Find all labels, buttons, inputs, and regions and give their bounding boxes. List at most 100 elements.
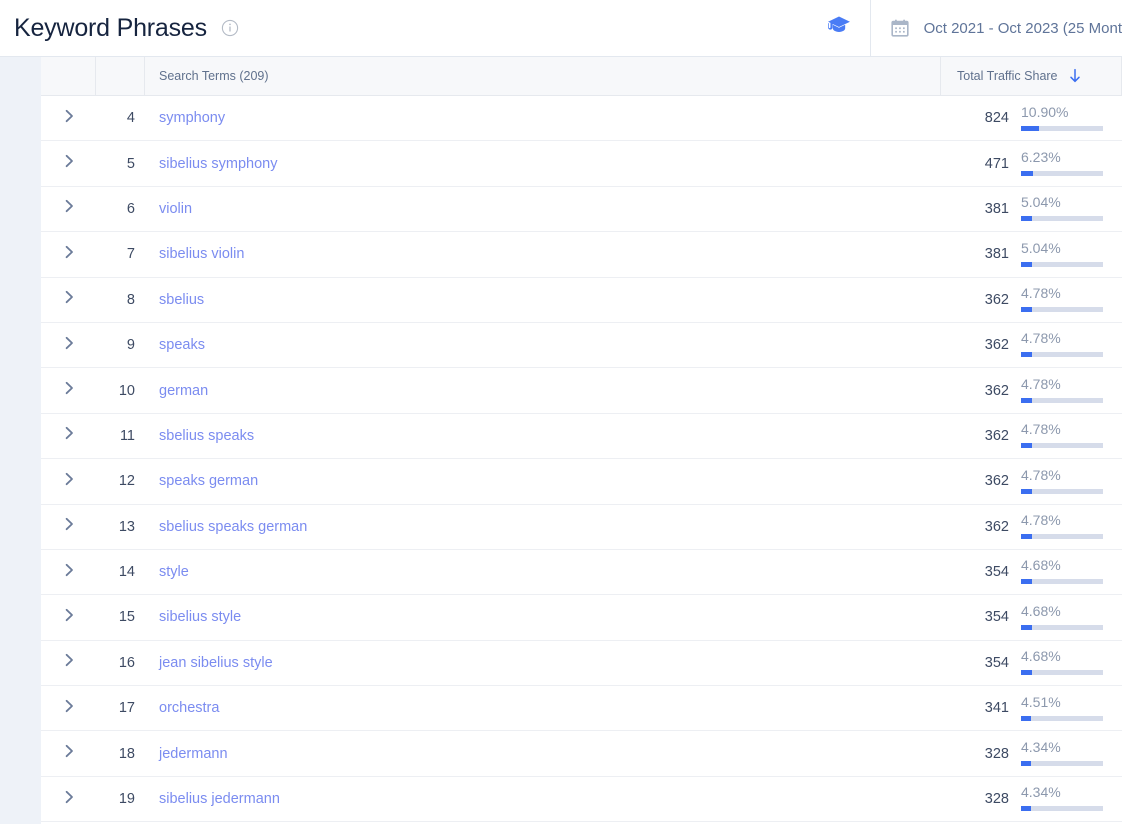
column-header-search-terms[interactable]: Search Terms (209) xyxy=(145,57,941,95)
traffic-share-percent: 6.23% xyxy=(1021,148,1061,165)
traffic-share-percent: 4.68% xyxy=(1021,602,1061,619)
traffic-share-bar-fill xyxy=(1021,307,1032,313)
column-header-total-traffic-share[interactable]: Total Traffic Share xyxy=(941,57,1122,95)
traffic-share-percent: 5.04% xyxy=(1021,239,1061,256)
table-row[interactable]: 19 sibelius jedermann 328 4.34% xyxy=(41,776,1122,823)
graduation-cap-icon xyxy=(826,13,852,44)
calendar-icon xyxy=(890,18,910,38)
search-term-link[interactable]: sibelius violin xyxy=(145,246,941,262)
row-count: 362 xyxy=(984,473,1009,490)
search-term-link[interactable]: speaks xyxy=(145,337,941,353)
traffic-share-bar-track xyxy=(1021,715,1103,721)
table-row[interactable]: 13 sbelius speaks german 362 4.78% xyxy=(41,504,1122,550)
title-group: Keyword Phrases xyxy=(0,14,808,43)
traffic-share-percent: 5.04% xyxy=(1021,194,1061,211)
search-term-link[interactable]: jedermann xyxy=(145,746,941,762)
search-term-link[interactable]: sbelius speaks xyxy=(145,428,941,444)
traffic-share-bar-track xyxy=(1021,488,1103,494)
row-rank: 17 xyxy=(118,700,135,717)
search-term-link[interactable]: jean sibelius style xyxy=(145,655,941,671)
academy-button[interactable] xyxy=(808,0,870,57)
table-row[interactable]: 12 speaks german 362 4.78% xyxy=(41,459,1122,505)
expand-row-button[interactable] xyxy=(41,789,96,810)
app-page: Keyword Phrases Oct 2021 - Oct 2023 (25 … xyxy=(0,0,1122,824)
traffic-share-percent: 4.78% xyxy=(1021,375,1061,392)
expand-row-button[interactable] xyxy=(41,153,96,174)
traffic-share-bar-fill xyxy=(1021,125,1039,131)
traffic-share-percent: 4.78% xyxy=(1021,421,1061,438)
traffic-share-percent: 4.34% xyxy=(1021,738,1061,755)
table-row[interactable]: 9 speaks 362 4.78% xyxy=(41,322,1122,369)
table-row[interactable]: 7 sibelius violin 381 5.04% xyxy=(41,232,1122,278)
row-count: 362 xyxy=(984,291,1009,308)
row-count: 341 xyxy=(984,700,1009,717)
traffic-share-bar-fill xyxy=(1021,579,1032,585)
traffic-share-cell: 4.78% xyxy=(1009,368,1122,413)
expand-row-button[interactable] xyxy=(41,380,96,401)
expand-row-button[interactable] xyxy=(41,652,96,673)
search-term-link[interactable]: sibelius jedermann xyxy=(145,791,941,807)
table-row[interactable]: 8 sbelius 362 4.78% xyxy=(41,277,1122,323)
table-row[interactable]: 11 sbelius speaks 362 4.78% xyxy=(41,413,1122,460)
table-body: 4 symphony 824 10.90% 5 sibelius symphony 471 6… xyxy=(41,96,1122,823)
search-term-link[interactable]: symphony xyxy=(145,110,941,126)
traffic-share-percent: 4.78% xyxy=(1021,466,1061,483)
search-term-link[interactable]: sbelius xyxy=(145,292,941,308)
table-row[interactable]: 6 violin 381 5.04% xyxy=(41,186,1122,233)
search-term-link[interactable]: sibelius symphony xyxy=(145,156,941,172)
traffic-share-cell: 4.34% xyxy=(1009,731,1122,776)
expand-row-button[interactable] xyxy=(41,562,96,583)
row-count: 362 xyxy=(984,518,1009,535)
search-term-link[interactable]: speaks german xyxy=(145,473,941,489)
expand-row-button[interactable] xyxy=(41,335,96,356)
traffic-share-percent: 4.78% xyxy=(1021,512,1061,529)
date-range-picker[interactable]: Oct 2021 - Oct 2023 (25 Mont xyxy=(871,0,1122,57)
expand-row-button[interactable] xyxy=(41,471,96,492)
table-row[interactable]: 10 german 362 4.78% xyxy=(41,368,1122,414)
row-rank: 19 xyxy=(118,791,135,808)
traffic-share-bar-track xyxy=(1021,307,1103,313)
traffic-share-percent: 4.68% xyxy=(1021,648,1061,665)
expand-row-button[interactable] xyxy=(41,244,96,265)
search-term-link[interactable]: sbelius speaks german xyxy=(145,519,941,535)
column-header-search-terms-label: Search Terms (209) xyxy=(159,69,269,83)
date-range-label: Oct 2021 - Oct 2023 (25 Mont xyxy=(923,19,1122,37)
traffic-share-bar-fill xyxy=(1021,624,1032,630)
table-row[interactable]: 17 orchestra 341 4.51% xyxy=(41,686,1122,732)
expand-row-button[interactable] xyxy=(41,289,96,310)
info-circle-icon[interactable] xyxy=(221,19,239,37)
traffic-share-bar-track xyxy=(1021,261,1103,267)
traffic-share-cell: 4.78% xyxy=(1009,322,1122,367)
chevron-right-icon xyxy=(61,198,77,219)
chevron-right-icon xyxy=(61,153,77,174)
traffic-share-cell: 4.78% xyxy=(1009,459,1122,504)
traffic-share-cell: 5.04% xyxy=(1009,186,1122,231)
traffic-share-percent: 4.51% xyxy=(1021,693,1061,710)
search-term-link[interactable]: german xyxy=(145,383,941,399)
chevron-right-icon xyxy=(61,562,77,583)
row-rank: 4 xyxy=(126,110,135,127)
table-row[interactable]: 18 jedermann 328 4.34% xyxy=(41,731,1122,777)
traffic-share-bar-track xyxy=(1021,806,1103,812)
chevron-right-icon xyxy=(61,516,77,537)
expand-row-button[interactable] xyxy=(41,607,96,628)
search-term-link[interactable]: style xyxy=(145,564,941,580)
table-row[interactable]: 14 style 354 4.68% xyxy=(41,549,1122,596)
table-header-row: Search Terms (209) Total Traffic Share xyxy=(41,57,1122,96)
search-term-link[interactable]: sibelius style xyxy=(145,609,941,625)
search-term-link[interactable]: violin xyxy=(145,201,941,217)
column-header-rank xyxy=(96,57,145,95)
expand-row-button[interactable] xyxy=(41,698,96,719)
search-term-link[interactable]: orchestra xyxy=(145,700,941,716)
table-row[interactable]: 16 jean sibelius style 354 4.68% xyxy=(41,640,1122,687)
expand-row-button[interactable] xyxy=(41,743,96,764)
expand-row-button[interactable] xyxy=(41,516,96,537)
traffic-share-percent: 4.68% xyxy=(1021,557,1061,574)
expand-row-button[interactable] xyxy=(41,198,96,219)
table-row[interactable]: 4 symphony 824 10.90% xyxy=(41,96,1122,142)
expand-row-button[interactable] xyxy=(41,425,96,446)
table-row[interactable]: 5 sibelius symphony 471 6.23% xyxy=(41,141,1122,187)
table-row[interactable]: 15 sibelius style 354 4.68% xyxy=(41,595,1122,641)
traffic-share-bar-track xyxy=(1021,397,1103,403)
expand-row-button[interactable] xyxy=(41,108,96,129)
